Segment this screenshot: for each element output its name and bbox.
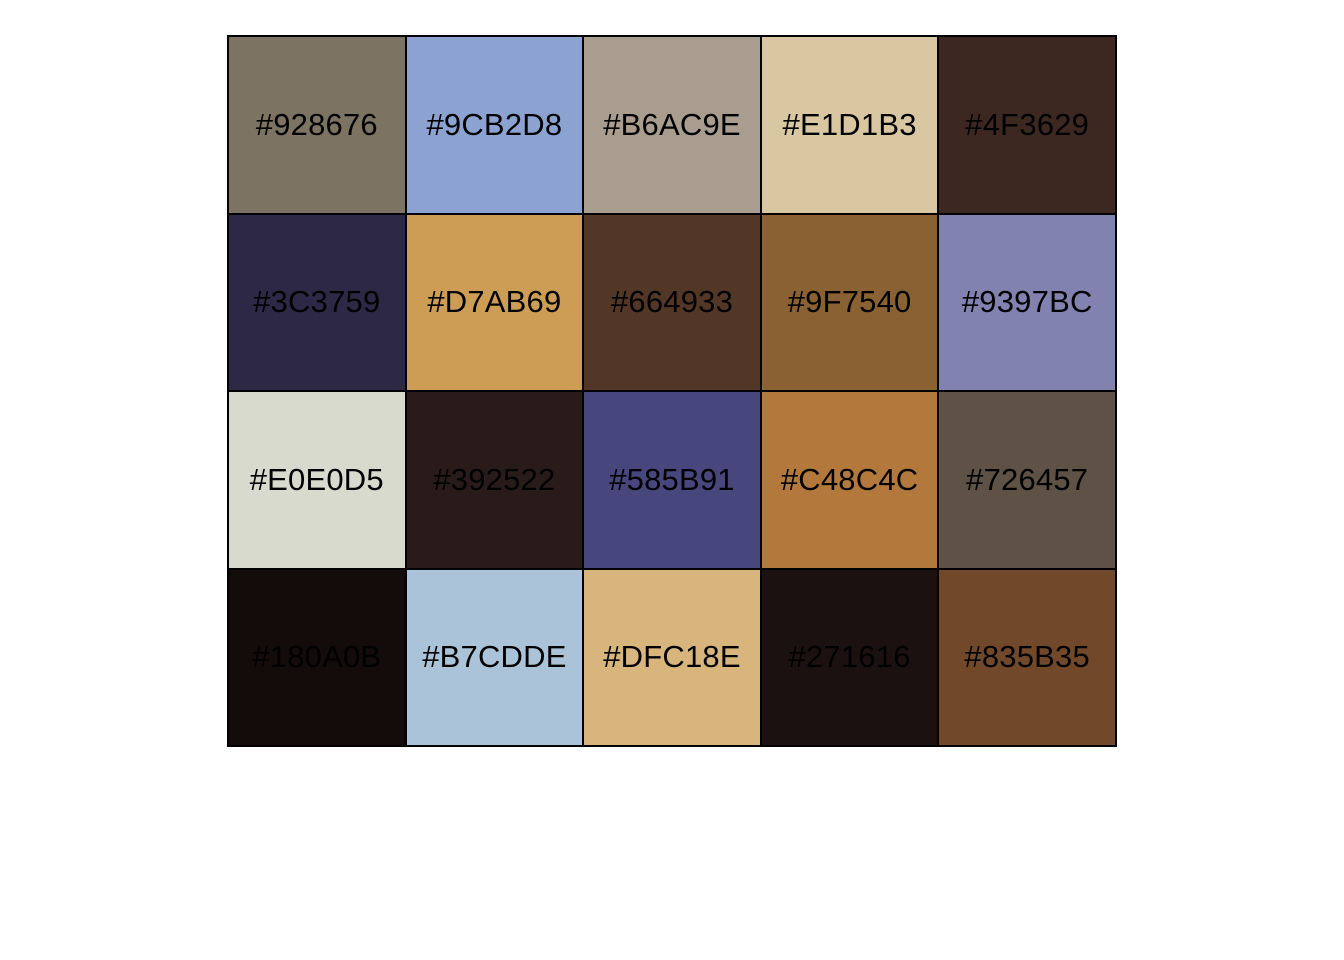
swatch-hex-label: #B6AC9E bbox=[603, 106, 741, 142]
color-swatch: #835B35 bbox=[938, 568, 1116, 746]
color-swatch: #271616 bbox=[760, 568, 939, 746]
color-swatch: #DFC18E bbox=[583, 568, 761, 746]
swatch-hex-label: #E1D1B3 bbox=[782, 106, 917, 142]
color-swatch: #726457 bbox=[938, 391, 1116, 569]
color-swatch: #9397BC bbox=[938, 213, 1116, 391]
swatch-hex-label: #DFC18E bbox=[603, 639, 741, 675]
swatch-hex-label: #E0E0D5 bbox=[249, 461, 384, 497]
color-swatch: #E1D1B3 bbox=[760, 36, 939, 214]
swatch-hex-label: #3C3759 bbox=[253, 284, 381, 320]
swatch-hex-label: #664933 bbox=[610, 284, 734, 320]
color-swatch: #585B91 bbox=[583, 391, 761, 569]
swatch-hex-label: #D7AB69 bbox=[427, 284, 562, 320]
swatch-hex-label: #271616 bbox=[788, 639, 911, 675]
color-swatch: #392522 bbox=[405, 391, 584, 569]
color-swatch: #E0E0D5 bbox=[228, 391, 406, 569]
swatch-hex-label: #4F3629 bbox=[965, 106, 1090, 142]
swatch-hex-label: #B7CDDE bbox=[422, 639, 567, 675]
color-swatch: #9CB2D8 bbox=[405, 36, 584, 214]
color-swatch: #3C3759 bbox=[228, 213, 406, 391]
swatch-hex-label: #C48C4C bbox=[780, 461, 919, 497]
color-swatch: #B6AC9E bbox=[583, 36, 761, 214]
swatch-hex-label: #180A0B bbox=[252, 639, 382, 675]
color-swatch: #C48C4C bbox=[760, 391, 939, 569]
color-swatch: #B7CDDE bbox=[405, 568, 584, 746]
color-swatch: #9F7540 bbox=[760, 213, 939, 391]
swatch-hex-label: #835B35 bbox=[964, 639, 1090, 675]
swatch-hex-label: #928676 bbox=[255, 106, 378, 142]
swatch-hex-label: #9397BC bbox=[961, 284, 1093, 320]
swatch-hex-label: #9F7540 bbox=[787, 284, 912, 320]
color-swatch-grid: #928676 #9CB2D8 #B6AC9E #E1D1B3 #4F3629 #3C37… bbox=[227, 35, 1117, 747]
swatch-hex-label: #9CB2D8 bbox=[426, 106, 563, 142]
color-swatch: #180A0B bbox=[228, 568, 406, 746]
color-swatch: #664933 bbox=[583, 213, 761, 391]
color-swatch: #4F3629 bbox=[938, 36, 1116, 214]
swatch-hex-label: #726457 bbox=[966, 461, 1089, 497]
color-swatch: #928676 bbox=[228, 36, 406, 214]
swatch-hex-label: #585B91 bbox=[609, 461, 735, 497]
swatch-hex-label: #392522 bbox=[433, 461, 556, 497]
color-swatch: #D7AB69 bbox=[405, 213, 584, 391]
